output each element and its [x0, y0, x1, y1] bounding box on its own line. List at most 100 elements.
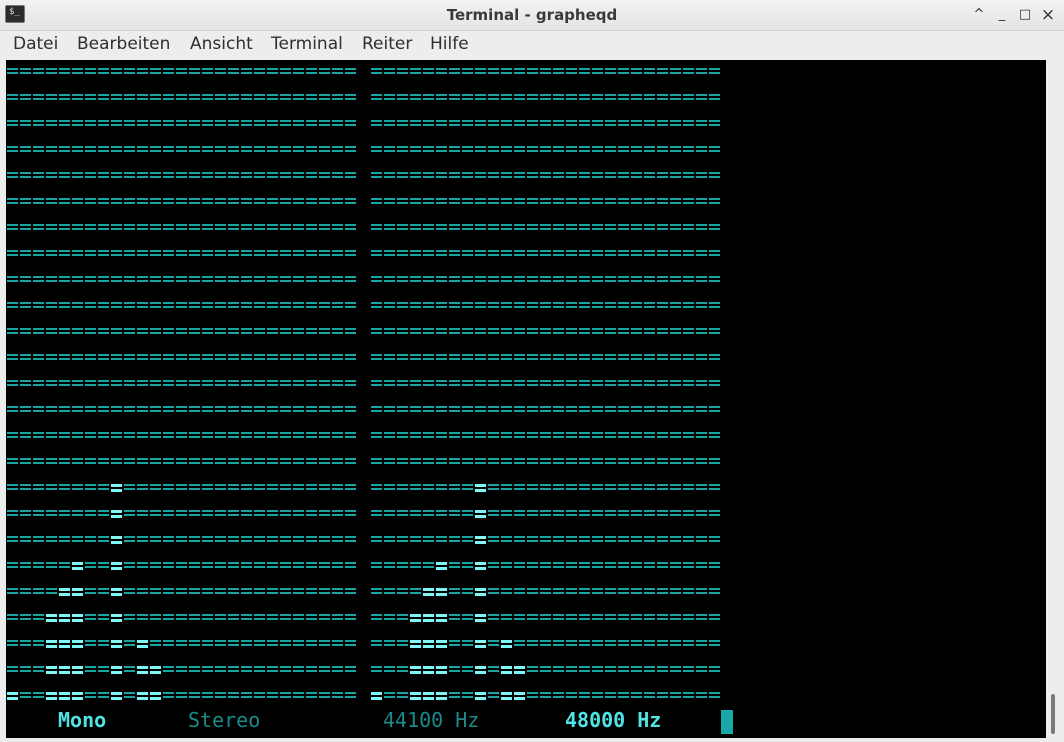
- eq-grid-cell: [7, 354, 18, 360]
- eq-grid-cell: [579, 68, 590, 74]
- eq-grid-cell: [85, 640, 96, 646]
- eq-grid-cell: [137, 510, 148, 516]
- eq-grid-cell: [189, 562, 200, 568]
- eq-grid-cell: [319, 640, 330, 646]
- menu-reiter[interactable]: Reiter: [362, 34, 412, 54]
- eq-grid-cell: [540, 432, 551, 438]
- eq-grid-cell: [709, 458, 720, 464]
- eq-grid-cell: [228, 120, 239, 126]
- eq-grid-cell: [202, 640, 213, 646]
- eq-grid-cell: [241, 172, 252, 178]
- eq-grid-cell: [85, 198, 96, 204]
- terminal-output[interactable]: Mono Stereo 44100 Hz 48000 Hz: [6, 60, 1046, 738]
- eq-grid-cell: [553, 198, 564, 204]
- eq-grid-cell: [579, 224, 590, 230]
- eq-grid-cell: [696, 432, 707, 438]
- eq-grid-cell: [215, 276, 226, 282]
- eq-grid-cell: [293, 94, 304, 100]
- eq-grid-cell: [514, 510, 525, 516]
- eq-level-cell: [514, 666, 525, 674]
- eq-grid-cell: [137, 94, 148, 100]
- eq-grid-cell: [631, 146, 642, 152]
- eq-grid-cell: [59, 120, 70, 126]
- eq-grid-cell: [410, 536, 421, 542]
- eq-grid-cell: [215, 588, 226, 594]
- eq-grid-cell: [540, 458, 551, 464]
- eq-grid-cell: [709, 250, 720, 256]
- eq-grid-cell: [709, 588, 720, 594]
- eq-grid-cell: [254, 250, 265, 256]
- eq-grid-cell: [462, 510, 473, 516]
- eq-grid-cell: [85, 68, 96, 74]
- eq-grid-cell: [20, 692, 31, 698]
- eq-grid-cell: [267, 328, 278, 334]
- eq-grid-cell: [397, 120, 408, 126]
- eq-grid-cell: [7, 432, 18, 438]
- eq-grid-cell: [124, 172, 135, 178]
- eq-grid-cell: [163, 588, 174, 594]
- eq-grid-cell: [306, 354, 317, 360]
- eq-grid-cell: [241, 562, 252, 568]
- eq-grid-cell: [527, 68, 538, 74]
- eq-grid-cell: [280, 250, 291, 256]
- eq-grid-cell: [618, 666, 629, 672]
- eq-grid-cell: [410, 302, 421, 308]
- eq-grid-cell: [72, 510, 83, 516]
- eq-grid-cell: [228, 614, 239, 620]
- eq-grid-cell: [592, 224, 603, 230]
- eq-grid-cell: [72, 458, 83, 464]
- eq-grid-cell: [163, 328, 174, 334]
- eq-grid-cell: [527, 458, 538, 464]
- eq-grid-cell: [397, 224, 408, 230]
- eq-grid-cell: [46, 250, 57, 256]
- eq-grid-cell: [20, 666, 31, 672]
- menu-datei[interactable]: Datei: [13, 34, 58, 54]
- eq-grid-cell: [98, 614, 109, 620]
- eq-grid-cell: [501, 588, 512, 594]
- maximize-button[interactable]: □: [1015, 5, 1035, 25]
- minimize-button[interactable]: _: [992, 5, 1012, 25]
- menu-hilfe[interactable]: Hilfe: [430, 34, 469, 54]
- eq-grid-cell: [72, 68, 83, 74]
- eq-grid-cell: [514, 614, 525, 620]
- eq-level-cell: [501, 640, 512, 648]
- eq-grid-cell: [345, 562, 356, 568]
- eq-grid-cell: [670, 614, 681, 620]
- eq-grid-cell: [254, 406, 265, 412]
- eq-grid-cell: [696, 302, 707, 308]
- eq-grid-cell: [254, 172, 265, 178]
- eq-grid-cell: [553, 406, 564, 412]
- eq-grid-cell: [319, 120, 330, 126]
- eq-grid-cell: [189, 276, 200, 282]
- eq-grid-cell: [423, 432, 434, 438]
- eq-grid-cell: [241, 146, 252, 152]
- eq-grid-cell: [254, 146, 265, 152]
- eq-grid-cell: [683, 666, 694, 672]
- eq-grid-cell: [241, 484, 252, 490]
- eq-grid-cell: [709, 484, 720, 490]
- menu-ansicht[interactable]: Ansicht: [190, 34, 253, 54]
- eq-grid-cell: [488, 172, 499, 178]
- eq-grid-cell: [488, 250, 499, 256]
- eq-grid-cell: [241, 224, 252, 230]
- close-button[interactable]: ×: [1038, 5, 1058, 25]
- eq-grid-cell: [371, 588, 382, 594]
- scrollbar[interactable]: [1046, 60, 1064, 738]
- eq-grid-cell: [449, 510, 460, 516]
- eq-grid-cell: [670, 406, 681, 412]
- eq-grid-cell: [579, 484, 590, 490]
- scrollbar-thumb[interactable]: [1051, 694, 1055, 734]
- menu-terminal[interactable]: Terminal: [271, 34, 343, 54]
- eq-grid-cell: [423, 406, 434, 412]
- eq-level-cell: [72, 666, 83, 674]
- eq-grid-cell: [137, 406, 148, 412]
- eq-grid-cell: [579, 354, 590, 360]
- eq-grid-cell: [657, 562, 668, 568]
- eq-grid-cell: [488, 68, 499, 74]
- eq-grid-cell: [449, 328, 460, 334]
- eq-grid-cell: [124, 94, 135, 100]
- eq-grid-cell: [33, 536, 44, 542]
- eq-grid-cell: [592, 276, 603, 282]
- menu-bearbeiten[interactable]: Bearbeiten: [77, 34, 170, 54]
- shade-button[interactable]: ^: [969, 5, 989, 25]
